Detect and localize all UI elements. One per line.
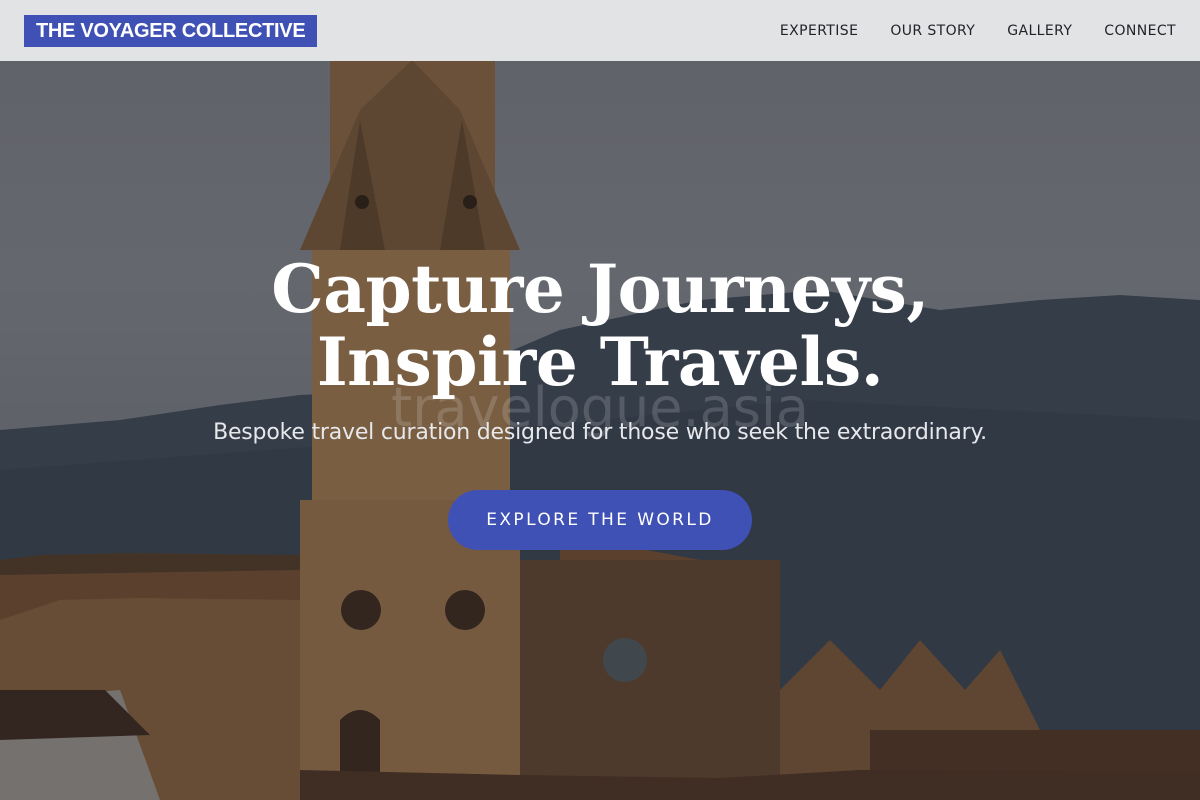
main-nav: EXPERTISE OUR STORY GALLERY CONNECT — [780, 23, 1176, 39]
hero-content: travelogue.asia Capture Journeys, Inspir… — [0, 0, 1200, 800]
nav-link-expertise[interactable]: EXPERTISE — [780, 23, 858, 39]
hero-tagline: Bespoke travel curation designed for tho… — [213, 420, 987, 445]
nav-link-our-story[interactable]: OUR STORY — [890, 23, 975, 39]
nav-link-connect[interactable]: CONNECT — [1104, 23, 1176, 39]
hero-headline-line-2: Inspire Travels. — [316, 323, 884, 401]
explore-the-world-button[interactable]: EXPLORE THE WORLD — [448, 490, 752, 550]
site-header: THE VOYAGER COLLECTIVE EXPERTISE OUR STO… — [0, 0, 1200, 61]
hero-headline-line-1: Capture Journeys, — [271, 250, 929, 328]
brand-logo[interactable]: THE VOYAGER COLLECTIVE — [24, 14, 318, 47]
nav-link-gallery[interactable]: GALLERY — [1007, 23, 1072, 39]
